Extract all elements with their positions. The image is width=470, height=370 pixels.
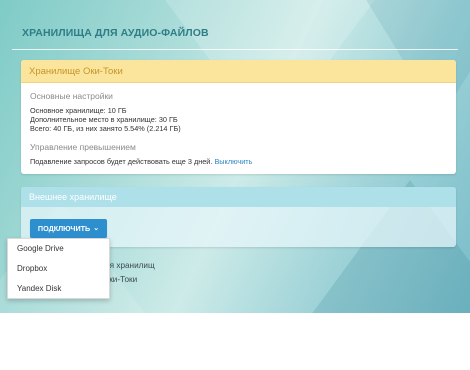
connect-dropdown-menu: Google Drive Dropbox Yandex Disk xyxy=(7,238,110,299)
external-storage-header-label: Внешнее хранилище xyxy=(29,192,117,202)
total-storage-text: Всего: 40 ГБ, из них занято 5.54% (2.214… xyxy=(30,124,181,133)
extra-storage-text: Дополнительное место в хранилище: 30 ГБ xyxy=(30,115,178,124)
title-divider xyxy=(12,49,458,50)
chevron-down-icon: ⌄ xyxy=(93,225,100,232)
suppression-text: Подавление запросов будет действовать ещ… xyxy=(30,157,213,166)
main-storage-text: Основное хранилище: 10 ГБ xyxy=(30,106,127,115)
oki-storage-header-label: Хранилище Оки-Токи xyxy=(29,66,123,77)
page-title: ХРАНИЛИЩА ДЛЯ АУДИО-ФАЙЛОВ xyxy=(22,27,209,39)
settings-section-title: Основные настройки xyxy=(30,91,113,101)
oki-storage-header: Хранилище Оки-Токи xyxy=(21,60,456,83)
suppression-line: Подавление запросов будет действовать ещ… xyxy=(30,157,448,166)
external-storage-header: Внешнее хранилище xyxy=(21,187,456,207)
connect-button-label: ПОДКЛЮЧИТЬ xyxy=(37,224,91,233)
dropdown-item-yandex-disk[interactable]: Yandex Disk xyxy=(17,284,61,293)
disable-link[interactable]: Выключить xyxy=(214,157,252,166)
overflow-section-title: Управление превышением xyxy=(30,142,136,152)
dropdown-item-dropbox[interactable]: Dropbox xyxy=(17,264,47,273)
oki-storage-panel: Хранилище Оки-Токи Основные настройки Ос… xyxy=(21,60,456,174)
dropdown-item-google-drive[interactable]: Google Drive xyxy=(17,244,64,253)
connect-button[interactable]: ПОДКЛЮЧИТЬ ⌄ xyxy=(30,219,107,238)
